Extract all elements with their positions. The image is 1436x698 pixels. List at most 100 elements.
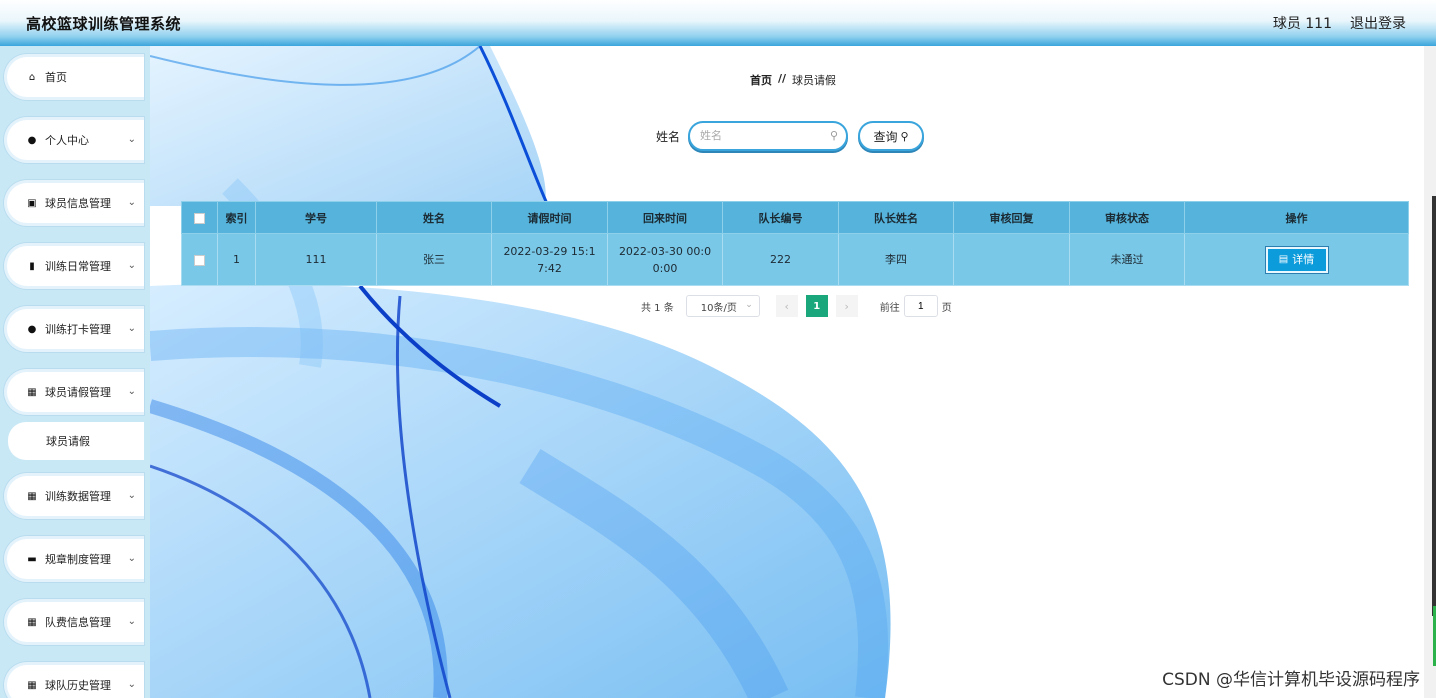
main-content: 首页 // 球员请假 姓名 ⚲ 查询 ⚲ 索引 学号 姓名 请假时间 回来时间 …	[150, 46, 1424, 698]
search-icon: ⚲	[829, 129, 839, 142]
page-number-current[interactable]: 1	[805, 295, 828, 317]
goto-suffix: 页	[941, 302, 952, 314]
search-label: 姓名	[656, 129, 681, 144]
sidebar-item-label: 球员请假管理	[45, 386, 111, 399]
user-icon: ●	[27, 134, 37, 146]
goto-label: 前往	[879, 302, 900, 314]
top-header: 高校篮球训练管理系统 球员 111 退出登录	[0, 0, 1436, 46]
detail-button-label: 详情	[1292, 253, 1315, 266]
goto-page-input[interactable]	[903, 295, 938, 317]
cell-actions: ▤ 详情	[1184, 233, 1409, 286]
search-bar: 姓名 ⚲ 查询 ⚲	[656, 121, 925, 151]
sidebar-item-player-leave[interactable]: ▦ 球员请假管理 ⌄	[4, 369, 144, 415]
name-search-field[interactable]: ⚲	[688, 121, 849, 151]
grid-icon: ▦	[27, 490, 37, 502]
select-all-checkbox[interactable]	[194, 212, 205, 224]
cell-name: 张三	[376, 233, 492, 286]
column-header: 学号	[255, 201, 377, 234]
table-row: 1 111 张三 2022-03-29 15:17:42 2022-03-30 …	[181, 233, 1409, 286]
column-header: 队长编号	[722, 201, 839, 234]
page-size-value: 10条/页	[700, 302, 737, 314]
sidebar-item-training-daily[interactable]: ▮ 训练日常管理 ⌄	[4, 243, 144, 289]
chevron-down-icon: ⌄	[127, 260, 136, 271]
query-button-label: 查询	[873, 129, 898, 144]
sidebar-item-label: 球员信息管理	[45, 197, 111, 210]
sidebar-item-label: 首页	[45, 71, 67, 84]
scrollbar-thumb[interactable]	[1432, 196, 1436, 616]
search-icon: ⚲	[900, 129, 909, 143]
sidebar-item-rules[interactable]: ▬ 规章制度管理 ⌄	[4, 536, 144, 582]
sidebar-item-team-history[interactable]: ▦ 球队历史管理 ⌄	[4, 662, 144, 698]
sidebar-item-label: 规章制度管理	[45, 553, 111, 566]
column-header: 队长姓名	[838, 201, 954, 234]
column-header: 操作	[1184, 201, 1409, 234]
query-button[interactable]: 查询 ⚲	[858, 121, 925, 151]
breadcrumb-current: 球员请假	[792, 74, 837, 87]
detail-icon: ▤	[1278, 254, 1289, 265]
table-header-row: 索引 学号 姓名 请假时间 回来时间 队长编号 队长姓名 审核回复 审核状态 操…	[181, 201, 1409, 234]
sidebar-item-training-data[interactable]: ▦ 训练数据管理 ⌄	[4, 473, 144, 519]
column-header: 请假时间	[491, 201, 608, 234]
column-header: 索引	[217, 201, 256, 234]
cell-review-reply	[953, 233, 1070, 286]
chevron-down-icon: ⌄	[127, 323, 136, 334]
sidebar-item-label: 队费信息管理	[45, 616, 111, 629]
home-icon: ⌂	[28, 71, 36, 83]
column-header: 姓名	[376, 201, 492, 234]
sidebar-item-label: 训练日常管理	[45, 260, 111, 273]
chevron-down-icon: ⌄	[127, 679, 136, 690]
chevron-down-icon: ⌄	[127, 553, 136, 564]
pagination-total: 共 1 条	[641, 302, 674, 314]
breadcrumb-home[interactable]: 首页	[750, 72, 772, 88]
sidebar-item-personal-center[interactable]: ● 个人中心 ⌄	[4, 117, 144, 163]
monitor-icon: ▬	[27, 553, 37, 565]
column-header: 回来时间	[607, 201, 723, 234]
grid-icon: ▦	[27, 616, 37, 628]
cell-index: 1	[217, 233, 256, 286]
detail-button[interactable]: ▤ 详情	[1264, 245, 1329, 274]
page-size-select[interactable]: 10条/页 ⌄	[685, 295, 760, 317]
sidebar-subitem-player-leave[interactable]: 球员请假	[8, 422, 144, 460]
sidebar-item-label: 球队历史管理	[45, 679, 111, 692]
prev-page-button[interactable]: ‹	[775, 295, 798, 317]
sidebar: ⌂ 首页 ● 个人中心 ⌄ ▣ 球员信息管理 ⌄ ▮ 训练日常管理 ⌄ ● 训练…	[0, 46, 150, 698]
leave-time-text: 2022-03-29 15:17:42	[503, 244, 596, 275]
chevron-down-icon: ⌄	[127, 490, 136, 501]
picture-icon: ▣	[27, 197, 37, 209]
cell-captain-no: 222	[722, 233, 839, 286]
chevron-down-icon: ⌄	[745, 300, 753, 310]
header-user-area: 球员 111 退出登录	[1273, 13, 1406, 33]
sidebar-item-team-fees[interactable]: ▦ 队费信息管理 ⌄	[4, 599, 144, 645]
sidebar-item-label: 个人中心	[45, 134, 89, 147]
current-user[interactable]: 球员 111	[1273, 13, 1332, 33]
cell-review-status: 未通过	[1069, 233, 1185, 286]
logout-link[interactable]: 退出登录	[1350, 13, 1406, 33]
grid-icon: ▦	[27, 386, 37, 398]
leave-table: 索引 学号 姓名 请假时间 回来时间 队长编号 队长姓名 审核回复 审核状态 操…	[181, 201, 1409, 286]
next-page-button[interactable]: ›	[835, 295, 858, 317]
sidebar-item-player-info[interactable]: ▣ 球员信息管理 ⌄	[4, 180, 144, 226]
scrollbar[interactable]	[1424, 46, 1436, 698]
sidebar-item-label: 训练数据管理	[45, 490, 111, 503]
sidebar-item-home[interactable]: ⌂ 首页	[4, 54, 144, 100]
chevron-down-icon: ⌄	[127, 616, 136, 627]
breadcrumb: 首页 // 球员请假	[750, 72, 836, 88]
sidebar-item-label: 训练打卡管理	[45, 323, 111, 336]
column-header: 审核回复	[953, 201, 1070, 234]
cell-student-no: 111	[255, 233, 377, 286]
return-time-text: 2022-03-30 00:00:00	[618, 244, 712, 275]
user-icon: ●	[27, 323, 37, 335]
column-header: 审核状态	[1069, 201, 1185, 234]
watermark: CSDN @华信计算机毕设源码程序	[1162, 670, 1420, 690]
cell-return-time: 2022-03-30 00:00:00	[607, 233, 723, 286]
name-search-input[interactable]	[690, 130, 821, 142]
row-checkbox[interactable]	[194, 254, 205, 266]
select-all-header	[181, 201, 218, 234]
chevron-down-icon: ⌄	[127, 386, 136, 397]
chevron-down-icon: ⌄	[127, 134, 136, 145]
row-select-cell	[181, 233, 218, 286]
pagination: 共 1 条 10条/页 ⌄ ‹ 1 › 前往 页	[641, 295, 952, 317]
cell-captain-name: 李四	[838, 233, 954, 286]
sidebar-item-training-checkin[interactable]: ● 训练打卡管理 ⌄	[4, 306, 144, 352]
goto-page: 前往 页	[880, 295, 952, 317]
